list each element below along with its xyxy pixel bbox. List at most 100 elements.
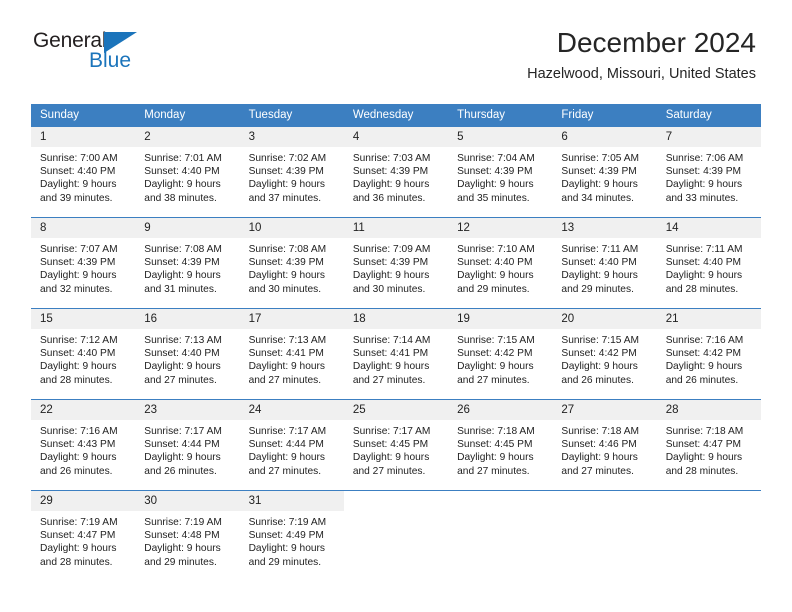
day-number: 2 [135,127,240,147]
day-details: Sunrise: 7:10 AM Sunset: 4:40 PM Daylight:… [448,238,552,296]
calendar-day-cell[interactable]: 9 Sunrise: 7:08 AM Sunset: 4:39 PM Daylight… [135,217,240,309]
sunrise-text: Sunrise: 7:01 AM [144,153,222,164]
calendar-page: General Blue December 2024 Hazelwood, Mi… [0,0,792,612]
day-details: Sunrise: 7:08 AM Sunset: 4:39 PM Daylight:… [240,238,344,296]
calendar-day-cell[interactable]: 11 Sunrise: 7:09 AM Sunset: 4:39 PM Dayligh… [343,217,449,309]
calendar-day-cell[interactable]: 25 Sunrise: 7:17 AM Sunset: 4:45 PM Dayligh… [343,399,449,491]
calendar-day-cell[interactable]: 14 Sunrise: 7:11 AM Sunset: 4:40 PM Dayligh… [656,217,761,309]
day-details: Sunrise: 7:15 AM Sunset: 4:42 PM Daylight:… [552,329,656,387]
day-cell-inner: 19 Sunrise: 7:15 AM Sunset: 4:42 PM Dayligh… [448,309,553,399]
sunrise-text: Sunrise: 7:05 AM [561,153,639,164]
day-details [657,511,761,516]
calendar-day-cell[interactable]: 31 Sunrise: 7:19 AM Sunset: 4:49 PM Dayligh… [239,490,344,581]
day-cell-inner: 13 Sunrise: 7:11 AM Sunset: 4:40 PM Dayligh… [552,218,657,308]
sunset-text: Sunset: 4:40 PM [457,257,533,269]
calendar-day-cell[interactable]: 27 Sunrise: 7:18 AM Sunset: 4:46 PM Dayligh… [552,399,657,491]
day-number: 3 [239,127,344,147]
day-cell-inner: 27 Sunrise: 7:18 AM Sunset: 4:46 PM Dayligh… [552,400,657,490]
day-cell-inner: 14 Sunrise: 7:11 AM Sunset: 4:40 PM Dayligh… [656,218,761,308]
sunset-text: Sunset: 4:49 PM [248,530,324,542]
day-details [448,511,552,516]
sunrise-text: Sunrise: 7:18 AM [457,426,535,437]
calendar-day-cell[interactable]: 20 Sunrise: 7:15 AM Sunset: 4:42 PM Dayligh… [552,308,657,400]
day-details: Sunrise: 7:11 AM Sunset: 4:40 PM Daylight:… [657,238,761,296]
calendar-day-cell[interactable]: 23 Sunrise: 7:17 AM Sunset: 4:44 PM Dayligh… [135,399,240,491]
sunset-text: Sunset: 4:40 PM [144,166,220,178]
calendar-day-cell[interactable]: 1 Sunrise: 7:00 AM Sunset: 4:40 PM Daylight… [31,126,136,218]
day-number [552,491,657,511]
sunset-text: Sunset: 4:39 PM [248,166,324,178]
calendar-day-cell[interactable]: 21 Sunrise: 7:16 AM Sunset: 4:42 PM Dayligh… [656,308,761,400]
calendar-day-cell[interactable]: 22 Sunrise: 7:16 AM Sunset: 4:43 PM Dayligh… [31,399,136,491]
calendar-day-cell[interactable]: 5 Sunrise: 7:04 AM Sunset: 4:39 PM Daylight… [448,126,553,218]
calendar-day-cell[interactable]: 15 Sunrise: 7:12 AM Sunset: 4:40 PM Dayligh… [31,308,136,400]
sunrise-text: Sunrise: 7:17 AM [248,426,327,437]
calendar-day-cell[interactable]: 7 Sunrise: 7:06 AM Sunset: 4:39 PM Daylight… [656,126,761,218]
daylight-text-line2: and 28 minutes. [665,465,739,477]
daylight-text-line1: Daylight: 9 hours [457,361,534,373]
calendar-day-cell[interactable]: 26 Sunrise: 7:18 AM Sunset: 4:45 PM Dayligh… [448,399,553,491]
calendar-day-cell[interactable]: 17 Sunrise: 7:13 AM Sunset: 4:41 PM Dayligh… [239,308,344,400]
sunset-text: Sunset: 4:47 PM [40,530,116,542]
sunrise-text: Sunrise: 7:12 AM [40,335,118,346]
calendar-day-cell[interactable]: 6 Sunrise: 7:05 AM Sunset: 4:39 PM Daylight… [552,126,657,218]
calendar-week-row: 8 Sunrise: 7:07 AM Sunset: 4:39 PM Daylight… [31,217,761,309]
day-number: 7 [656,127,761,147]
calendar-day-cell[interactable]: 19 Sunrise: 7:15 AM Sunset: 4:42 PM Dayligh… [448,308,553,400]
daylight-text-line1: Daylight: 9 hours [665,452,743,464]
day-number: 17 [239,309,344,329]
sunrise-text: Sunrise: 7:19 AM [248,517,327,528]
calendar-day-cell[interactable]: 24 Sunrise: 7:17 AM Sunset: 4:44 PM Dayligh… [239,399,344,491]
sunset-text: Sunset: 4:42 PM [457,348,533,360]
day-details: Sunrise: 7:09 AM Sunset: 4:39 PM Daylight:… [344,238,448,296]
day-cell-inner [448,491,553,581]
day-cell-inner: 16 Sunrise: 7:13 AM Sunset: 4:40 PM Dayligh… [135,309,240,399]
calendar-day-cell[interactable]: 10 Sunrise: 7:08 AM Sunset: 4:39 PM Dayligh… [239,217,344,309]
sunset-text: Sunset: 4:45 PM [352,439,429,451]
day-cell-inner: 18 Sunrise: 7:14 AM Sunset: 4:41 PM Dayligh… [343,309,449,399]
sunset-text: Sunset: 4:39 PM [352,166,429,178]
weekday-header-thursday: Thursday [448,104,553,127]
daylight-text-line1: Daylight: 9 hours [144,361,221,373]
calendar-day-cell[interactable]: 18 Sunrise: 7:14 AM Sunset: 4:41 PM Dayligh… [343,308,449,400]
sunrise-text: Sunrise: 7:19 AM [144,517,222,528]
calendar-day-cell[interactable]: 3 Sunrise: 7:02 AM Sunset: 4:39 PM Daylight… [239,126,344,218]
sunset-text: Sunset: 4:40 PM [144,348,220,360]
day-cell-inner: 8 Sunrise: 7:07 AM Sunset: 4:39 PM Daylight… [31,218,136,308]
calendar-day-cell[interactable]: 2 Sunrise: 7:01 AM Sunset: 4:40 PM Daylight… [135,126,240,218]
sunset-text: Sunset: 4:44 PM [248,439,324,451]
day-cell-inner: 10 Sunrise: 7:08 AM Sunset: 4:39 PM Dayligh… [239,218,344,308]
calendar-body: 1 Sunrise: 7:00 AM Sunset: 4:40 PM Daylight… [31,126,761,581]
calendar-day-cell[interactable]: 16 Sunrise: 7:13 AM Sunset: 4:40 PM Dayligh… [135,308,240,400]
sunset-text: Sunset: 4:40 PM [561,257,637,269]
calendar-day-cell[interactable]: 29 Sunrise: 7:19 AM Sunset: 4:47 PM Dayligh… [31,490,136,581]
calendar-day-cell[interactable]: 30 Sunrise: 7:19 AM Sunset: 4:48 PM Dayligh… [135,490,240,581]
day-number: 12 [448,218,553,238]
weekday-header-sunday: Sunday [31,104,136,127]
day-number: 15 [31,309,136,329]
day-details: Sunrise: 7:05 AM Sunset: 4:39 PM Daylight:… [552,147,656,205]
calendar-day-cell[interactable]: 8 Sunrise: 7:07 AM Sunset: 4:39 PM Daylight… [31,217,136,309]
calendar-day-cell[interactable]: 4 Sunrise: 7:03 AM Sunset: 4:39 PM Daylight… [343,126,449,218]
daylight-text-line1: Daylight: 9 hours [561,361,638,373]
day-cell-inner: 24 Sunrise: 7:17 AM Sunset: 4:44 PM Dayligh… [239,400,344,490]
daylight-text-line2: and 27 minutes. [457,374,530,386]
general-blue-logo[interactable]: General Blue [33,30,163,82]
sunset-text: Sunset: 4:39 PM [457,166,533,178]
sunset-text: Sunset: 4:41 PM [352,348,429,360]
calendar-day-cell[interactable]: 28 Sunrise: 7:18 AM Sunset: 4:47 PM Dayligh… [656,399,761,491]
daylight-text-line2: and 34 minutes. [561,192,634,204]
calendar-day-cell[interactable]: 12 Sunrise: 7:10 AM Sunset: 4:40 PM Dayligh… [448,217,553,309]
day-details: Sunrise: 7:13 AM Sunset: 4:41 PM Daylight:… [240,329,344,387]
day-details: Sunrise: 7:19 AM Sunset: 4:49 PM Daylight:… [240,511,344,569]
calendar-week-row: 22 Sunrise: 7:16 AM Sunset: 4:43 PM Dayligh… [31,399,761,491]
daylight-text-line1: Daylight: 9 hours [457,270,534,282]
sunset-text: Sunset: 4:45 PM [457,439,533,451]
day-cell-inner: 4 Sunrise: 7:03 AM Sunset: 4:39 PM Daylight… [343,127,449,217]
day-details: Sunrise: 7:03 AM Sunset: 4:39 PM Daylight:… [344,147,448,205]
calendar-day-cell[interactable]: 13 Sunrise: 7:11 AM Sunset: 4:40 PM Dayligh… [552,217,657,309]
daylight-text-line2: and 27 minutes. [457,465,530,477]
day-cell-inner [656,491,761,581]
day-number: 6 [552,127,657,147]
triangle-icon [104,32,137,53]
